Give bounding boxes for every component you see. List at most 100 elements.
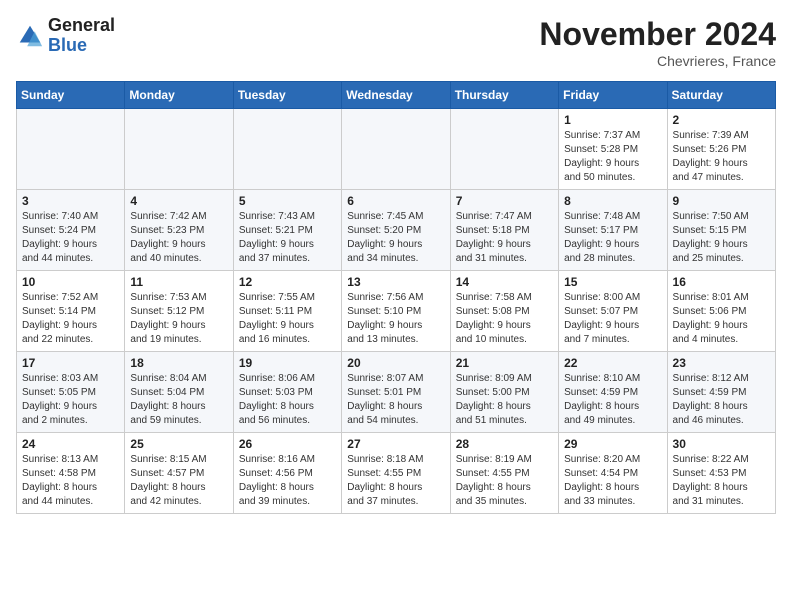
- day-info: Sunrise: 8:12 AM Sunset: 4:59 PM Dayligh…: [673, 372, 770, 428]
- calendar-cell: 6Sunrise: 7:45 AM Sunset: 5:20 PM Daylig…: [342, 190, 450, 271]
- title-block: November 2024 Chevrieres, France: [539, 16, 776, 69]
- day-number: 2: [673, 113, 770, 127]
- calendar-week-row: 10Sunrise: 7:52 AM Sunset: 5:14 PM Dayli…: [17, 271, 776, 352]
- calendar-cell: [342, 109, 450, 190]
- calendar-cell: 1 Sunrise: 7:37 AM Sunset: 5:28 PM Daylig…: [559, 109, 667, 190]
- day-number: 1: [564, 113, 661, 127]
- calendar-cell: 11 Sunrise: 7:53 AM Sunset: 5:12 PM Dayli…: [125, 271, 233, 352]
- day-info: Sunrise: 8:09 AM Sunset: 5:00 PM Dayligh…: [456, 372, 553, 428]
- calendar-cell: [17, 109, 125, 190]
- day-number: 29: [564, 437, 661, 451]
- logo-blue: Blue: [48, 35, 87, 55]
- day-number: 22: [564, 356, 661, 370]
- day-number: 11: [130, 275, 227, 289]
- logo-icon: [16, 22, 44, 50]
- calendar-week-row: 3 Sunrise: 7:40 AM Sunset: 5:24 PM Daylig…: [17, 190, 776, 271]
- day-number: 27: [347, 437, 444, 451]
- calendar-cell: 20 Sunrise: 8:07 AM Sunset: 5:01 PM Dayli…: [342, 352, 450, 433]
- day-info: Sunrise: 8:03 AM Sunset: 5:05 PM Dayligh…: [22, 372, 119, 428]
- weekday-header-cell: Saturday: [667, 82, 775, 109]
- day-info: Sunrise: 8:22 AM Sunset: 4:53 PM Dayligh…: [673, 453, 770, 509]
- calendar-cell: 26 Sunrise: 8:16 AM Sunset: 4:56 PM Dayli…: [233, 433, 341, 514]
- day-info: Sunrise: 7:37 AM Sunset: 5:28 PM Dayligh…: [564, 129, 661, 185]
- calendar-cell: 7 Sunrise: 7:47 AM Sunset: 5:18 PM Daylig…: [450, 190, 558, 271]
- day-number: 26: [239, 437, 336, 451]
- calendar-cell: 27 Sunrise: 8:18 AM Sunset: 4:55 PM Dayli…: [342, 433, 450, 514]
- calendar-cell: 3 Sunrise: 7:40 AM Sunset: 5:24 PM Daylig…: [17, 190, 125, 271]
- day-info: Sunrise: 8:04 AM Sunset: 5:04 PM Dayligh…: [130, 372, 227, 428]
- calendar-cell: 14Sunrise: 7:58 AM Sunset: 5:08 PM Dayli…: [450, 271, 558, 352]
- calendar-cell: 16Sunrise: 8:01 AM Sunset: 5:06 PM Dayli…: [667, 271, 775, 352]
- calendar-cell: 9 Sunrise: 7:50 AM Sunset: 5:15 PM Daylig…: [667, 190, 775, 271]
- day-info: Sunrise: 7:40 AM Sunset: 5:24 PM Dayligh…: [22, 210, 119, 266]
- calendar-cell: 25Sunrise: 8:15 AM Sunset: 4:57 PM Dayli…: [125, 433, 233, 514]
- calendar-cell: 22 Sunrise: 8:10 AM Sunset: 4:59 PM Dayli…: [559, 352, 667, 433]
- day-number: 24: [22, 437, 119, 451]
- day-info: Sunrise: 8:06 AM Sunset: 5:03 PM Dayligh…: [239, 372, 336, 428]
- weekday-header-row: SundayMondayTuesdayWednesdayThursdayFrid…: [17, 82, 776, 109]
- calendar-cell: 24 Sunrise: 8:13 AM Sunset: 4:58 PM Dayli…: [17, 433, 125, 514]
- weekday-header-cell: Wednesday: [342, 82, 450, 109]
- day-number: 23: [673, 356, 770, 370]
- calendar-cell: 29 Sunrise: 8:20 AM Sunset: 4:54 PM Dayli…: [559, 433, 667, 514]
- logo-general: General: [48, 15, 115, 35]
- calendar-cell: 8 Sunrise: 7:48 AM Sunset: 5:17 PM Daylig…: [559, 190, 667, 271]
- calendar-cell: 12 Sunrise: 7:55 AM Sunset: 5:11 PM Dayli…: [233, 271, 341, 352]
- day-number: 14: [456, 275, 553, 289]
- day-number: 5: [239, 194, 336, 208]
- calendar-week-row: 1 Sunrise: 7:37 AM Sunset: 5:28 PM Daylig…: [17, 109, 776, 190]
- day-info: Sunrise: 7:56 AM Sunset: 5:10 PM Dayligh…: [347, 291, 444, 347]
- header: General Blue November 2024 Chevrieres, F…: [16, 16, 776, 69]
- calendar-cell: 4Sunrise: 7:42 AM Sunset: 5:23 PM Daylig…: [125, 190, 233, 271]
- day-info: Sunrise: 7:53 AM Sunset: 5:12 PM Dayligh…: [130, 291, 227, 347]
- logo-text: General Blue: [48, 16, 115, 56]
- day-number: 9: [673, 194, 770, 208]
- calendar-cell: 10Sunrise: 7:52 AM Sunset: 5:14 PM Dayli…: [17, 271, 125, 352]
- day-info: Sunrise: 8:07 AM Sunset: 5:01 PM Dayligh…: [347, 372, 444, 428]
- day-info: Sunrise: 8:10 AM Sunset: 4:59 PM Dayligh…: [564, 372, 661, 428]
- day-info: Sunrise: 7:43 AM Sunset: 5:21 PM Dayligh…: [239, 210, 336, 266]
- weekday-header-cell: Tuesday: [233, 82, 341, 109]
- month-title: November 2024: [539, 16, 776, 53]
- day-number: 25: [130, 437, 227, 451]
- day-number: 12: [239, 275, 336, 289]
- day-number: 19: [239, 356, 336, 370]
- day-info: Sunrise: 8:20 AM Sunset: 4:54 PM Dayligh…: [564, 453, 661, 509]
- day-number: 7: [456, 194, 553, 208]
- day-info: Sunrise: 8:13 AM Sunset: 4:58 PM Dayligh…: [22, 453, 119, 509]
- calendar-cell: 28Sunrise: 8:19 AM Sunset: 4:55 PM Dayli…: [450, 433, 558, 514]
- calendar-cell: [450, 109, 558, 190]
- weekday-header-cell: Monday: [125, 82, 233, 109]
- day-number: 20: [347, 356, 444, 370]
- day-info: Sunrise: 8:18 AM Sunset: 4:55 PM Dayligh…: [347, 453, 444, 509]
- weekday-header-cell: Sunday: [17, 82, 125, 109]
- day-number: 18: [130, 356, 227, 370]
- day-info: Sunrise: 8:00 AM Sunset: 5:07 PM Dayligh…: [564, 291, 661, 347]
- calendar-cell: 17Sunrise: 8:03 AM Sunset: 5:05 PM Dayli…: [17, 352, 125, 433]
- calendar-table: SundayMondayTuesdayWednesdayThursdayFrid…: [16, 81, 776, 514]
- day-info: Sunrise: 7:55 AM Sunset: 5:11 PM Dayligh…: [239, 291, 336, 347]
- day-number: 21: [456, 356, 553, 370]
- calendar-week-row: 24 Sunrise: 8:13 AM Sunset: 4:58 PM Dayli…: [17, 433, 776, 514]
- day-number: 30: [673, 437, 770, 451]
- day-info: Sunrise: 7:47 AM Sunset: 5:18 PM Dayligh…: [456, 210, 553, 266]
- calendar-cell: 23 Sunrise: 8:12 AM Sunset: 4:59 PM Dayli…: [667, 352, 775, 433]
- day-number: 10: [22, 275, 119, 289]
- day-info: Sunrise: 7:39 AM Sunset: 5:26 PM Dayligh…: [673, 129, 770, 185]
- calendar-cell: 18 Sunrise: 8:04 AM Sunset: 5:04 PM Dayli…: [125, 352, 233, 433]
- day-info: Sunrise: 7:50 AM Sunset: 5:15 PM Dayligh…: [673, 210, 770, 266]
- day-info: Sunrise: 7:48 AM Sunset: 5:17 PM Dayligh…: [564, 210, 661, 266]
- day-number: 3: [22, 194, 119, 208]
- calendar-body: 1 Sunrise: 7:37 AM Sunset: 5:28 PM Daylig…: [17, 109, 776, 514]
- day-number: 13: [347, 275, 444, 289]
- day-info: Sunrise: 7:45 AM Sunset: 5:20 PM Dayligh…: [347, 210, 444, 266]
- calendar-cell: [125, 109, 233, 190]
- weekday-header-cell: Friday: [559, 82, 667, 109]
- day-info: Sunrise: 7:42 AM Sunset: 5:23 PM Dayligh…: [130, 210, 227, 266]
- logo: General Blue: [16, 16, 115, 56]
- calendar-cell: 2 Sunrise: 7:39 AM Sunset: 5:26 PM Daylig…: [667, 109, 775, 190]
- day-info: Sunrise: 8:16 AM Sunset: 4:56 PM Dayligh…: [239, 453, 336, 509]
- day-number: 8: [564, 194, 661, 208]
- calendar-cell: 19 Sunrise: 8:06 AM Sunset: 5:03 PM Dayli…: [233, 352, 341, 433]
- location: Chevrieres, France: [539, 53, 776, 69]
